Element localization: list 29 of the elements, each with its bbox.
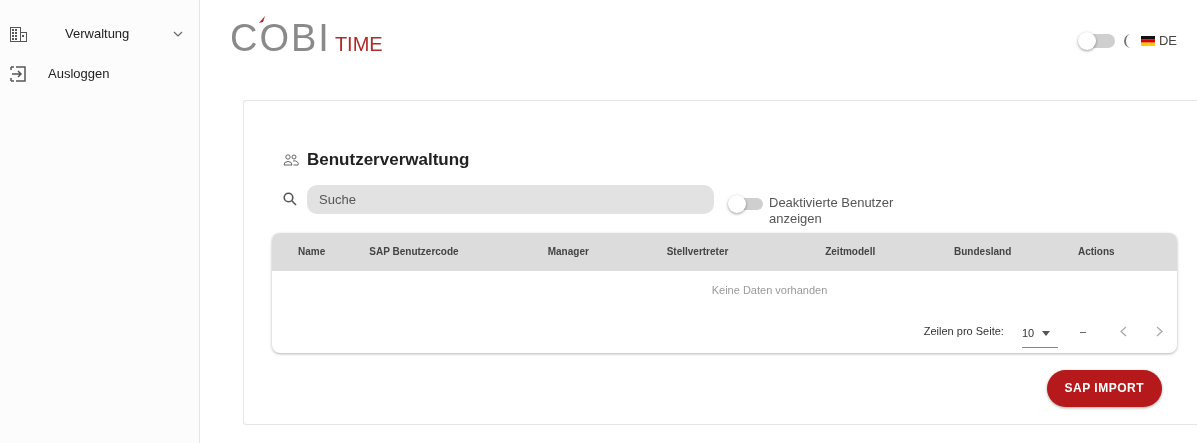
- column-header: SAP Benutzercode: [369, 245, 460, 259]
- column-header: Stellvertreter: [666, 245, 730, 259]
- page-title: Benutzerverwaltung: [307, 149, 470, 171]
- column-header: Name: [297, 245, 327, 259]
- sap-import-button[interactable]: SAP IMPORT: [1046, 369, 1162, 407]
- sidebar-item[interactable]: Ausloggen: [0, 60, 199, 88]
- sidebar-group[interactable]: Verwaltung: [0, 20, 199, 48]
- rows-per-page-select[interactable]: 10: [1021, 325, 1058, 348]
- empty-message: Keine Daten vorhanden: [711, 283, 828, 299]
- previous-page-icon[interactable]: [1120, 326, 1127, 337]
- theme-toggle[interactable]: [1080, 34, 1115, 48]
- logo: COBI TIME: [230, 19, 383, 57]
- search-field[interactable]: Suche: [307, 184, 714, 214]
- toggle-label: Deaktivierte Benutzer anzeigen: [769, 194, 895, 227]
- toggle-switch[interactable]: [731, 197, 763, 210]
- rows-per-page-label: Zeilen pro Seite:: [923, 324, 1004, 340]
- column-header: Bundesland: [954, 245, 1013, 259]
- column-header: Actions: [1077, 245, 1116, 259]
- users-icon: [283, 152, 299, 167]
- language-selector[interactable]: DE: [1140, 31, 1177, 51]
- next-page-icon[interactable]: [1156, 326, 1163, 337]
- search-icon: [283, 191, 297, 206]
- column-header: Zeitmodell: [825, 245, 877, 259]
- building-icon: [10, 26, 27, 42]
- column-header: Manager: [547, 245, 590, 259]
- page-range: –: [1079, 324, 1086, 340]
- flag-icon: [1140, 36, 1155, 46]
- dropdown-icon: [1042, 331, 1051, 336]
- logout-icon: [10, 66, 26, 82]
